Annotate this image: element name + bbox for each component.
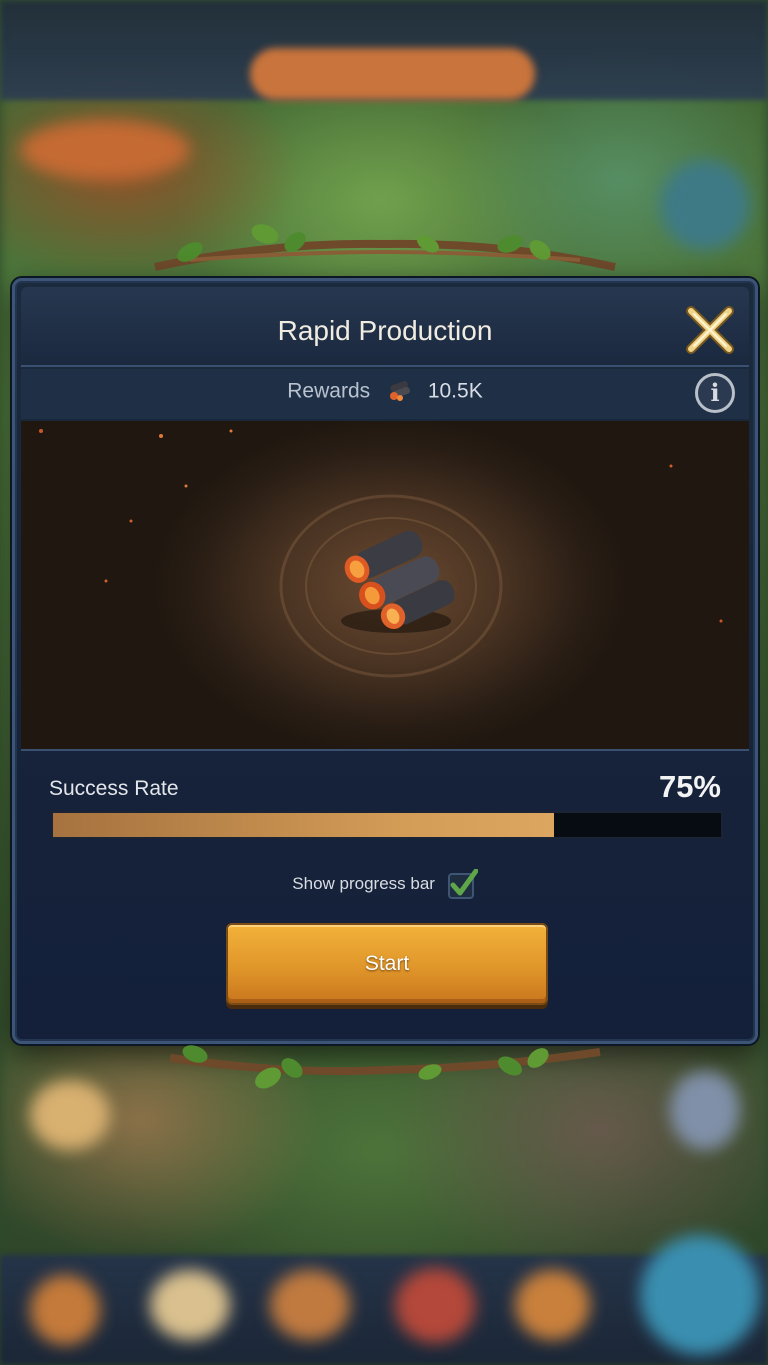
vine-decoration-bottom xyxy=(169,1045,601,1089)
background-blob xyxy=(20,120,190,180)
coal-pile-icon xyxy=(341,530,455,633)
success-rate-bar xyxy=(51,811,723,839)
background-blob xyxy=(395,1268,475,1343)
show-progress-label: Show progress bar xyxy=(292,874,435,893)
vine-decoration-top xyxy=(154,224,616,271)
show-progress-checkbox[interactable] xyxy=(447,868,479,899)
info-button[interactable]: i xyxy=(695,373,735,413)
coal-icon xyxy=(389,381,410,402)
rewards-summary: Rewards 10.5K xyxy=(21,379,749,403)
success-rate-value: 75% xyxy=(658,769,721,804)
info-icon: i xyxy=(710,378,720,407)
artwork-scene xyxy=(39,429,723,678)
start-button[interactable]: Start xyxy=(226,923,548,1005)
background-top-pill xyxy=(250,48,535,100)
success-rate-label: Success Rate xyxy=(49,777,179,800)
background-blob xyxy=(30,1080,110,1150)
production-artwork xyxy=(21,421,749,751)
background-blob xyxy=(660,160,750,250)
close-icon xyxy=(686,306,734,354)
checkmark-icon xyxy=(447,868,479,899)
dialog-header: Rapid Production xyxy=(21,287,749,367)
rewards-value: 10.5K xyxy=(427,379,483,403)
rewards-row: Rewards 10.5K i xyxy=(21,369,749,419)
background-blob xyxy=(150,1270,230,1340)
success-rate-fill xyxy=(53,813,554,837)
rewards-label: Rewards xyxy=(287,379,371,403)
close-button[interactable] xyxy=(685,305,735,355)
dialog-title: Rapid Production xyxy=(277,315,493,346)
show-progress-toggle: Show progress bar xyxy=(15,868,755,899)
background-blob xyxy=(670,1070,740,1150)
background-blob xyxy=(270,1270,350,1340)
background-blob xyxy=(30,1275,100,1345)
background-blob xyxy=(515,1270,590,1340)
rapid-production-dialog: Rapid Production Rewards 10.5K i Success… xyxy=(12,278,758,1044)
background-blob xyxy=(640,1235,760,1355)
